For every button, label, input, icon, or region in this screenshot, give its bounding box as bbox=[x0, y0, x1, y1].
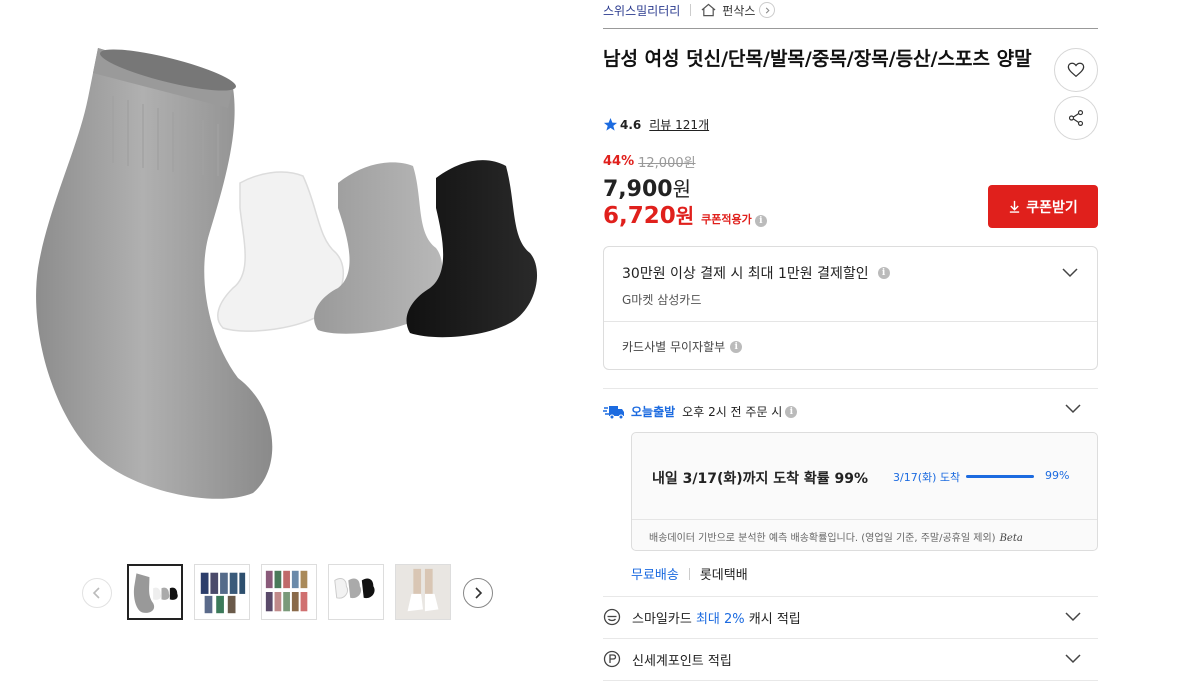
get-coupon-button[interactable]: 쿠폰받기 bbox=[988, 185, 1098, 228]
info-icon[interactable]: i bbox=[754, 215, 767, 227]
smile-card-label: 스마일카드 bbox=[632, 611, 692, 627]
home-icon bbox=[701, 3, 716, 17]
card-promotion-box[interactable]: 30만원 이상 결제 시 최대 1만원 결제할인 i G마켓 삼성카드 카드사별 … bbox=[603, 246, 1098, 370]
store-link[interactable]: 펀삭스 bbox=[722, 2, 755, 19]
card-promotion-subtitle: G마켓 삼성카드 bbox=[622, 293, 702, 307]
chevron-right-icon bbox=[475, 587, 483, 599]
delivery-prediction-date: 3/17(화) 도착 bbox=[893, 471, 961, 484]
smile-card-suffix: 캐시 적립 bbox=[748, 611, 801, 627]
shipping-cutoff: 오후 2시 전 주문 시 bbox=[682, 405, 783, 419]
sale-price: 7,900원 bbox=[603, 173, 691, 202]
shipping-fee-row: 무료배송 롯데택배 bbox=[631, 564, 748, 583]
thumbnail-strip bbox=[82, 564, 502, 622]
info-icon[interactable]: i bbox=[877, 267, 890, 279]
original-price: 12,000원 bbox=[638, 156, 696, 171]
thumbnail-5[interactable] bbox=[395, 564, 451, 620]
review-count-link[interactable]: 리뷰 121개 bbox=[649, 116, 709, 133]
free-shipping-label: 무료배송 bbox=[631, 568, 679, 583]
delivery-probability-bar bbox=[966, 475, 1034, 478]
share-button[interactable] bbox=[1054, 96, 1098, 140]
card-promotion-divider bbox=[604, 321, 1097, 322]
breadcrumb-separator bbox=[690, 4, 692, 16]
coupon-note-label: 쿠폰적용가 bbox=[701, 213, 752, 226]
chevron-down-icon bbox=[1065, 654, 1081, 664]
brand-link[interactable]: 스위스밀리터리 bbox=[603, 2, 680, 19]
download-icon bbox=[1010, 200, 1020, 213]
chevron-left-icon bbox=[92, 587, 100, 599]
chevron-down-icon[interactable] bbox=[1065, 404, 1081, 414]
thumbnail-next-button[interactable] bbox=[463, 578, 493, 608]
coupon-price: 6,720원 bbox=[603, 200, 694, 229]
section-divider bbox=[603, 638, 1098, 639]
today-shipping-row: 오늘출발 오후 2시 전 주문 시 i bbox=[603, 403, 798, 420]
carrier-name: 롯데택배 bbox=[699, 568, 748, 583]
section-divider bbox=[603, 596, 1098, 597]
delivery-prediction-text: 내일 3/17(화)까지 도착 확률 99% bbox=[652, 471, 869, 487]
info-icon[interactable]: i bbox=[785, 405, 798, 418]
section-divider bbox=[603, 388, 1098, 389]
header-divider bbox=[603, 28, 1098, 29]
share-icon bbox=[1068, 110, 1084, 126]
breadcrumb: 스위스밀리터리 펀삭스 bbox=[603, 2, 776, 19]
card-promotion-title-text: 30만원 이상 결제 시 최대 1만원 결제할인 bbox=[622, 266, 869, 282]
wishlist-button[interactable] bbox=[1054, 48, 1098, 92]
coupon-price-value: 6,720 bbox=[603, 203, 676, 229]
thumbnail-1[interactable] bbox=[127, 564, 183, 620]
heart-icon bbox=[1067, 62, 1085, 78]
prediction-note-text: 배송데이터 기반으로 분석한 예측 배송확률입니다. (영업일 기준, 주말/공… bbox=[649, 533, 996, 544]
chevron-down-icon bbox=[1065, 612, 1081, 622]
sale-price-unit: 원 bbox=[672, 177, 691, 201]
chevron-right-icon bbox=[765, 7, 770, 13]
section-divider bbox=[603, 680, 1098, 681]
chevron-down-icon[interactable] bbox=[1061, 267, 1079, 279]
shinsegae-point-label: 신세계포인트 적립 bbox=[632, 653, 732, 669]
rating-value: 4.6 bbox=[620, 117, 642, 132]
discount-rate: 44% bbox=[603, 154, 635, 169]
thumbnail-3[interactable] bbox=[261, 564, 317, 620]
store-link-arrow[interactable] bbox=[759, 2, 776, 18]
get-coupon-label: 쿠폰받기 bbox=[1026, 199, 1078, 216]
coupon-price-row: 6,720원 쿠폰적용가 i bbox=[603, 200, 767, 229]
coupon-price-unit: 원 bbox=[675, 204, 695, 228]
smile-card-rate: 최대 2% bbox=[695, 611, 745, 627]
card-promotion-header: 30만원 이상 결제 시 최대 1만원 결제할인 i G마켓 삼성카드 bbox=[622, 263, 890, 308]
point-icon bbox=[603, 650, 621, 668]
product-title: 남성 여성 덧신/단목/발목/중목/장목/등산/스포츠 양말 bbox=[603, 48, 1032, 70]
thumbnail-2[interactable] bbox=[194, 564, 250, 620]
today-shipping-label: 오늘출발 bbox=[631, 405, 676, 419]
shinsegae-point-row[interactable]: 신세계포인트 적립 bbox=[603, 648, 1098, 670]
beta-badge: Beta bbox=[999, 533, 1023, 544]
installment-info[interactable]: 카드사별 무이자할부 i bbox=[622, 338, 743, 355]
installment-label: 카드사별 무이자할부 bbox=[622, 340, 726, 354]
smile-card-benefit-row[interactable]: 스마일카드 최대 2% 캐시 적립 bbox=[603, 606, 1098, 628]
thumbnail-prev-button[interactable] bbox=[82, 578, 112, 608]
star-icon bbox=[603, 117, 618, 131]
rating-row: 4.6 리뷰 121개 bbox=[603, 116, 709, 133]
info-icon[interactable]: i bbox=[730, 340, 743, 353]
discount-row: 44% 12,000원 bbox=[603, 152, 696, 171]
truck-icon bbox=[603, 405, 624, 419]
prediction-divider bbox=[632, 519, 1097, 520]
card-promotion-title: 30만원 이상 결제 시 최대 1만원 결제할인 i bbox=[622, 263, 890, 283]
coupon-price-note: 쿠폰적용가 i bbox=[701, 211, 767, 227]
main-product-image bbox=[18, 38, 558, 518]
delivery-prediction-note: 배송데이터 기반으로 분석한 예측 배송확률입니다. (영업일 기준, 주말/공… bbox=[649, 529, 1023, 544]
shipping-separator bbox=[688, 567, 690, 580]
delivery-probability-percent: 99% bbox=[1045, 469, 1070, 482]
sale-price-value: 7,900 bbox=[603, 177, 673, 202]
smile-icon bbox=[603, 608, 621, 626]
delivery-prediction-box: 내일 3/17(화)까지 도착 확률 99% 3/17(화) 도착 99% 배송… bbox=[631, 432, 1098, 551]
thumbnail-4[interactable] bbox=[328, 564, 384, 620]
